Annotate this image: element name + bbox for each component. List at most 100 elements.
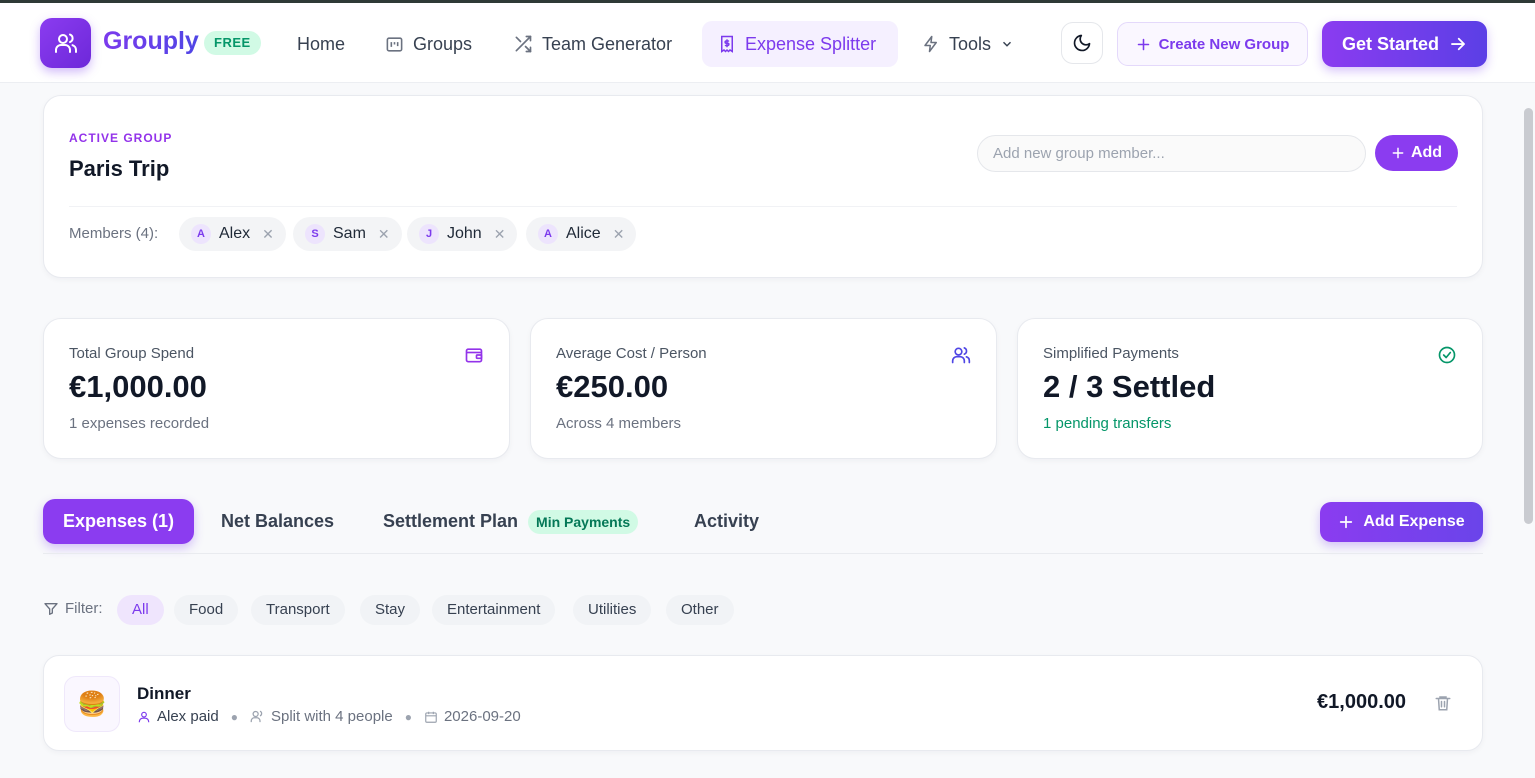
plan-badge: FREE: [204, 31, 261, 55]
separator-dot: ●: [230, 709, 238, 724]
expense-date: 2026-09-20: [443, 708, 521, 725]
filter-stay[interactable]: Stay: [360, 595, 421, 625]
stat-value: €250.00: [556, 369, 669, 404]
stat-subtitle: Across 4 members: [556, 415, 682, 432]
expense-title: Dinner: [137, 684, 191, 703]
min-payments-badge: Min Payments: [528, 509, 639, 534]
filter-entertainment[interactable]: Entertainment: [432, 595, 556, 625]
avatar: J: [419, 224, 439, 244]
add-member-button[interactable]: Add: [1375, 135, 1458, 171]
theme-toggle-button[interactable]: [1061, 22, 1103, 64]
plus-icon: [1392, 147, 1404, 159]
tab-settlement-plan[interactable]: Settlement Plan Min Payments: [363, 499, 658, 544]
tabs-divider: [43, 553, 1483, 554]
expense-payer: Alex paid: [157, 708, 219, 725]
remove-member-icon[interactable]: ✕: [378, 226, 390, 243]
groups-board-icon: [386, 36, 403, 52]
moon-icon: [1073, 34, 1091, 52]
lightning-icon: [924, 35, 937, 53]
stat-title: Average Cost / Person: [556, 345, 707, 362]
tab-net-balances[interactable]: Net Balances: [201, 499, 354, 544]
nav-tools[interactable]: Tools: [906, 21, 1030, 67]
nav-groups-label: Groups: [413, 33, 473, 54]
stat-title: Total Group Spend: [69, 345, 195, 362]
burger-icon: 🍔: [64, 676, 120, 732]
nav-team-generator[interactable]: Team Generator: [497, 21, 688, 67]
expense-meta: Alex paid ● Split with 4 people ● 2026-0…: [137, 708, 521, 725]
user-icon: [138, 711, 150, 722]
wallet-icon: [465, 348, 483, 363]
remove-member-icon[interactable]: ✕: [494, 226, 506, 243]
member-name: Alice: [566, 225, 601, 242]
filter-food[interactable]: Food: [174, 595, 239, 625]
filter-all[interactable]: All: [117, 595, 164, 625]
scrollbar[interactable]: [1524, 108, 1533, 524]
filter-utilities[interactable]: Utilities: [573, 595, 652, 625]
member-name: Sam: [333, 225, 366, 242]
stat-value: 2 / 3 Settled: [1043, 369, 1216, 404]
tab-settlement-plan-label: Settlement Plan: [383, 511, 519, 531]
plus-icon: [1340, 515, 1353, 529]
members-label: Members (4):: [69, 225, 159, 242]
tab-net-balances-label: Net Balances: [221, 511, 335, 531]
get-started-label: Get Started: [1341, 33, 1440, 54]
stat-title: Simplified Payments: [1043, 345, 1179, 362]
receipt-icon: [721, 35, 733, 53]
stat-card-simplified-payments: Simplified Payments 2 / 3 Settled 1 pend…: [1017, 318, 1483, 459]
stat-card-average-cost: Average Cost / Person €250.00 Across 4 m…: [530, 318, 997, 459]
add-expense-button[interactable]: Add Expense: [1320, 502, 1483, 542]
expense-split: Split with 4 people: [270, 708, 393, 725]
separator-dot: ●: [404, 709, 412, 724]
chevron-down-icon: [1003, 41, 1012, 47]
active-group-label: ACTIVE GROUP: [69, 131, 173, 145]
tab-expenses[interactable]: Expenses (1): [43, 499, 195, 544]
stat-subtitle: 1 pending transfers: [1043, 415, 1172, 432]
shuffle-icon: [515, 35, 532, 53]
filter-icon: [44, 602, 58, 615]
users-logo-icon: [54, 33, 77, 53]
filter-transport[interactable]: Transport: [251, 595, 345, 625]
avatar: A: [538, 224, 558, 244]
check-circle-icon: [1438, 346, 1456, 364]
calendar-icon: [425, 711, 437, 723]
create-new-group-button[interactable]: Create New Group: [1117, 22, 1308, 66]
tab-activity[interactable]: Activity: [674, 499, 779, 544]
member-chip: S Sam ✕: [293, 217, 402, 251]
nav-tools-label: Tools: [949, 33, 992, 54]
trash-icon[interactable]: [1434, 693, 1452, 713]
stat-subtitle: 1 expenses recorded: [69, 415, 210, 432]
member-chip: A Alex ✕: [179, 217, 286, 251]
tab-activity-label: Activity: [694, 511, 760, 531]
filter-label: Filter:: [43, 600, 103, 617]
nav-expense-splitter[interactable]: Expense Splitter: [702, 21, 898, 67]
stat-card-total-spend: Total Group Spend €1,000.00 1 expenses r…: [43, 318, 510, 459]
add-member-input[interactable]: [977, 135, 1366, 172]
member-chip: J John ✕: [407, 217, 518, 251]
expense-row[interactable]: 🍔 Dinner Alex paid ● Split with 4 people…: [43, 655, 1483, 751]
group-name: Paris Trip: [69, 156, 170, 181]
member-name: Alex: [219, 225, 251, 242]
logo[interactable]: [40, 18, 91, 68]
nav-home[interactable]: Home: [281, 21, 361, 67]
avatar: A: [191, 224, 211, 244]
add-member-label: Add: [1410, 144, 1443, 161]
nav-team-generator-label: Team Generator: [542, 33, 673, 54]
users-icon: [951, 347, 971, 364]
member-chip: A Alice ✕: [526, 217, 637, 251]
tab-expenses-label: Expenses (1): [63, 511, 175, 531]
nav-groups[interactable]: Groups: [369, 21, 488, 67]
plus-icon: [1137, 38, 1149, 50]
remove-member-icon[interactable]: ✕: [613, 226, 625, 243]
member-name: John: [447, 225, 482, 242]
remove-member-icon[interactable]: ✕: [262, 226, 274, 243]
get-started-button[interactable]: Get Started: [1322, 21, 1487, 67]
avatar: S: [305, 224, 325, 244]
stat-value: €1,000.00: [69, 369, 207, 404]
create-new-group-label: Create New Group: [1158, 35, 1290, 53]
filter-label-text: Filter:: [65, 600, 103, 617]
expense-amount: €1,000.00: [1317, 691, 1406, 713]
divider: [69, 206, 1457, 207]
active-group-card: ACTIVE GROUP Paris Trip Add Members (4):…: [43, 95, 1483, 278]
brand-name[interactable]: Grouply: [103, 27, 199, 56]
filter-other[interactable]: Other: [666, 595, 734, 625]
